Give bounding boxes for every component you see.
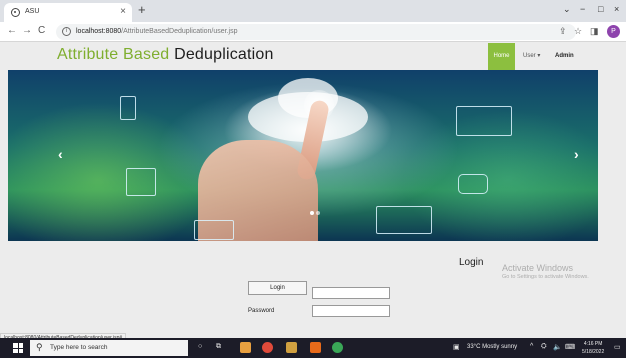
windows-taskbar: ⚲ Type here to search ○ ⧉ ▣ 33°C Mostly …	[0, 338, 626, 358]
url-bar[interactable]: i localhost:8080/AttributeBasedDeduplica…	[56, 24, 576, 40]
email-field[interactable]	[312, 287, 390, 299]
site-header: Attribute Based Deduplication Home User …	[0, 43, 626, 70]
reload-button[interactable]: C	[38, 25, 45, 36]
hero-carousel: ‹ ›	[8, 70, 598, 241]
carousel-prev-icon[interactable]: ‹	[58, 146, 63, 162]
profile-avatar[interactable]: P	[607, 25, 620, 38]
close-window-button[interactable]: ×	[614, 4, 619, 14]
chrome-icon[interactable]	[332, 342, 343, 353]
carousel-dot[interactable]	[310, 211, 314, 215]
url-text: localhost:8080/AttributeBasedDeduplicati…	[76, 28, 238, 35]
tab-close-icon[interactable]: ×	[120, 6, 126, 17]
language-icon[interactable]: ⌨	[565, 343, 575, 351]
web-page: Attribute Based Deduplication Home User …	[0, 43, 626, 338]
nav-user-dropdown[interactable]: User ▾	[518, 43, 545, 70]
nav-home[interactable]: Home	[488, 43, 515, 70]
tab-title: ASU	[25, 8, 40, 15]
address-bar-row: ← → C i localhost:8080/AttributeBasedDed…	[0, 22, 626, 42]
taskbar-search-placeholder: Type here to search	[50, 344, 108, 351]
network-icon[interactable]: ⛭	[541, 343, 547, 351]
chat-bubble-icon	[458, 174, 488, 194]
world-map-icon	[456, 106, 512, 136]
browser-app-icon[interactable]	[240, 342, 251, 353]
envelope-icon	[194, 220, 234, 240]
carousel-dot[interactable]	[316, 211, 320, 215]
minimize-button[interactable]: −	[580, 4, 585, 14]
phone-icon	[120, 96, 136, 120]
carousel-next-icon[interactable]: ›	[574, 146, 579, 162]
cortana-icon[interactable]: ○	[198, 343, 202, 350]
task-view-icon[interactable]: ⧉	[216, 343, 221, 351]
activate-windows-watermark: Activate Windows Go to Settings to activ…	[502, 263, 589, 280]
windows-start-icon[interactable]	[13, 343, 23, 353]
login-button[interactable]: Login	[248, 281, 307, 295]
carousel-indicators	[310, 210, 322, 217]
laptop-icon	[376, 206, 432, 234]
taskbar-clock[interactable]: 4:16 PM 5/18/2022	[582, 340, 604, 356]
tray-chevron-icon[interactable]: ^	[530, 343, 533, 350]
url-path: /AttributeBasedDeduplication/user.jsp	[121, 28, 238, 35]
office-app-icon[interactable]	[310, 342, 321, 353]
url-host: localhost:8080	[76, 28, 122, 35]
folder-icon[interactable]	[286, 342, 297, 353]
new-tab-button[interactable]: +	[138, 2, 146, 17]
weather-text[interactable]: 33°C Mostly sunny	[467, 344, 517, 350]
nav-admin[interactable]: Admin	[550, 43, 579, 70]
watermark-line1: Activate Windows	[502, 263, 574, 273]
forward-button[interactable]: →	[22, 25, 32, 36]
browser-tab-strip: ASU × + ⌄ − □ ×	[0, 0, 626, 22]
weather-icon[interactable]: ▣	[453, 343, 460, 351]
password-label: Password	[248, 308, 275, 314]
clock-date: 5/18/2022	[582, 349, 605, 355]
volume-icon[interactable]: 🔈	[553, 343, 562, 351]
brand-part1: Attribute Based	[57, 46, 170, 63]
watermark-line2: Go to Settings to activate Windows.	[502, 274, 589, 280]
search-icon: ⚲	[36, 342, 43, 352]
firefox-icon[interactable]	[262, 342, 273, 353]
sidebar-icon[interactable]: ◨	[590, 26, 599, 37]
taskbar-search-box[interactable]: ⚲ Type here to search	[30, 340, 188, 356]
maximize-button[interactable]: □	[598, 4, 603, 14]
site-brand[interactable]: Attribute Based Deduplication	[57, 46, 274, 64]
brand-part2: Deduplication	[174, 46, 274, 63]
notifications-icon[interactable]: ▭	[614, 343, 621, 351]
star-icon[interactable]: ☆	[574, 26, 582, 37]
password-field[interactable]	[312, 305, 390, 317]
share-icon[interactable]: ⇪	[559, 26, 567, 37]
clock-time: 4:16 PM	[583, 341, 603, 347]
back-button[interactable]: ←	[7, 25, 17, 36]
globe-icon	[11, 8, 20, 17]
login-heading: Login	[459, 257, 484, 268]
browser-tab[interactable]: ASU ×	[4, 3, 132, 22]
tabs-menu-icon[interactable]: ⌄	[563, 4, 571, 15]
site-info-icon[interactable]: i	[62, 27, 71, 36]
tablet-icon	[126, 168, 156, 196]
